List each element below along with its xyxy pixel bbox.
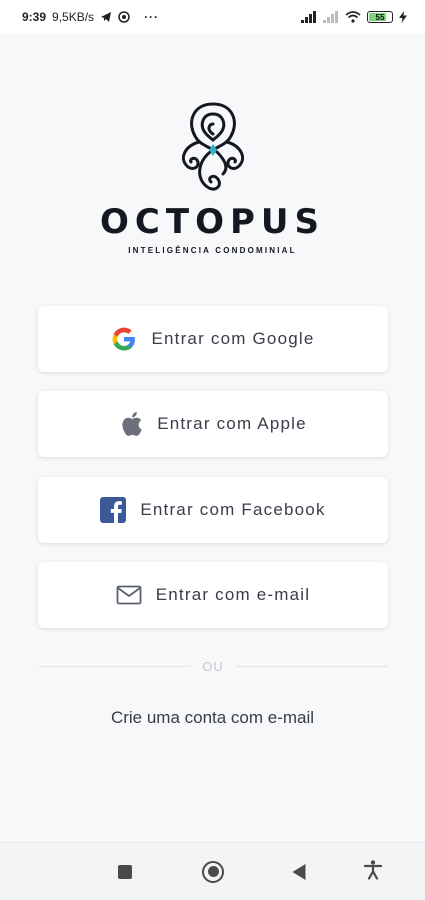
apple-icon [119, 411, 143, 437]
envelope-icon [116, 585, 142, 605]
telegram-icon [100, 11, 112, 23]
divider-line-right [235, 665, 388, 667]
brand-logo: OCTOPUS INTELIGÊNCIA CONDOMINIAL [0, 100, 425, 255]
notification-icon [118, 11, 130, 23]
status-time: 9:39 [22, 10, 47, 24]
status-bar: 9:39 9,5KB/s ··· 55 [0, 0, 425, 34]
octopus-logo-icon [173, 100, 253, 196]
login-facebook-button[interactable]: Entrar com Facebook [38, 477, 388, 543]
network-speed: 9,5KB/s [52, 10, 95, 24]
brand-subtitle: INTELIGÊNCIA CONDOMINIAL [128, 246, 297, 255]
signal-2-icon [323, 11, 339, 23]
login-google-button[interactable]: Entrar com Google [38, 306, 388, 372]
brand-name: OCTOPUS [100, 202, 325, 242]
more-notifications: ··· [144, 10, 160, 24]
system-nav-bar [0, 842, 425, 900]
login-google-label: Entrar com Google [151, 329, 315, 348]
login-apple-button[interactable]: Entrar com Apple [38, 391, 388, 457]
status-left: 9:39 9,5KB/s ··· [22, 10, 159, 24]
login-email-button[interactable]: Entrar com e-mail [38, 562, 388, 628]
battery-level: 55 [375, 12, 385, 22]
home-button[interactable] [202, 860, 224, 883]
battery-indicator: 55 [367, 11, 393, 23]
home-icon [207, 866, 219, 877]
divider-line-left [38, 665, 191, 667]
or-divider: OU [38, 658, 388, 674]
google-icon [111, 326, 137, 352]
back-button[interactable] [292, 863, 306, 880]
wifi-icon [345, 11, 361, 23]
login-facebook-label: Entrar com Facebook [140, 500, 326, 519]
login-email-label: Entrar com e-mail [155, 585, 311, 604]
status-right: 55 [301, 11, 407, 23]
charging-icon [399, 11, 407, 23]
accessibility-icon [363, 859, 383, 880]
login-apple-label: Entrar com Apple [157, 414, 307, 433]
recent-apps-button[interactable] [118, 864, 132, 879]
divider-label: OU [202, 658, 224, 674]
create-account-link[interactable]: Crie uma conta com e-mail [0, 708, 425, 728]
signal-icon [301, 11, 317, 23]
accessibility-button[interactable] [363, 859, 383, 884]
facebook-icon [100, 497, 127, 523]
